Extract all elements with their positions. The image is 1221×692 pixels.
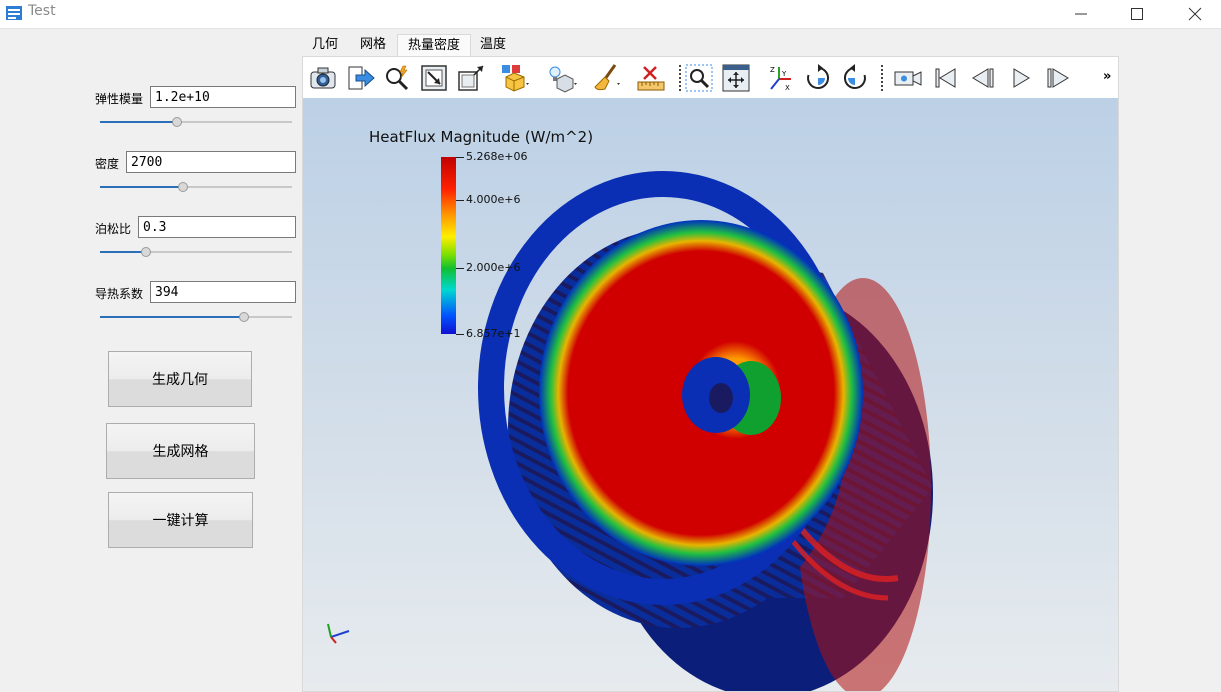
impeller-render: [478, 171, 933, 691]
elastic-modulus-slider[interactable]: [100, 117, 292, 127]
svg-text:Z: Z: [770, 66, 775, 74]
orientation-axes-icon: [327, 623, 350, 644]
poisson-ratio-label: 泊松比: [95, 222, 132, 236]
legend-tick: [456, 157, 464, 158]
light-icon[interactable]: [547, 63, 577, 93]
density-slider[interactable]: [100, 182, 292, 192]
viewer-toolbar: Z Y X »: [303, 57, 1118, 98]
query-icon[interactable]: [382, 63, 412, 93]
tab-mesh[interactable]: 网格: [350, 34, 396, 56]
toolbar-overflow-button[interactable]: »: [1103, 69, 1111, 84]
first-frame-icon[interactable]: [931, 63, 961, 93]
close-icon: [1188, 7, 1202, 21]
render-canvas[interactable]: HeatFlux Magnitude (W/m^2) 5.268e+06 4.0…: [303, 98, 1118, 691]
camera-icon[interactable]: [308, 63, 338, 93]
slider-thumb[interactable]: [141, 247, 152, 257]
tab-temperature[interactable]: 温度: [470, 34, 516, 56]
maximize-button[interactable]: [1114, 0, 1160, 28]
toolbar-separator: [881, 65, 884, 91]
last-frame-icon[interactable]: [1043, 63, 1073, 93]
box-icon[interactable]: [456, 63, 486, 93]
close-button[interactable]: [1172, 0, 1218, 28]
ruler-icon[interactable]: [636, 63, 666, 93]
title-bar: Test: [0, 0, 1221, 29]
reset-view-icon[interactable]: [419, 63, 449, 93]
thermal-conductivity-input[interactable]: 394: [150, 281, 296, 303]
slider-fill: [100, 251, 147, 253]
brush-icon[interactable]: [591, 63, 621, 93]
elastic-modulus-input[interactable]: 1.2e+10: [150, 86, 296, 108]
legend-title: HeatFlux Magnitude (W/m^2): [369, 128, 594, 146]
slider-fill: [100, 316, 244, 318]
color-scale-bar: [441, 157, 456, 334]
export-icon[interactable]: [346, 63, 376, 93]
color-select-icon[interactable]: [500, 63, 530, 93]
fit-view-icon[interactable]: [721, 63, 751, 93]
poisson-ratio-slider[interactable]: [100, 247, 292, 257]
record-icon[interactable]: [893, 63, 923, 93]
window-title: Test: [28, 3, 56, 19]
tab-heat-flux[interactable]: 热量密度: [397, 34, 472, 57]
maximize-icon: [1131, 8, 1143, 20]
rotate-cw-icon[interactable]: [803, 63, 833, 93]
generate-mesh-button[interactable]: 生成网格: [106, 423, 255, 479]
toolbar-separator: [679, 65, 682, 91]
slider-thumb[interactable]: [177, 182, 188, 192]
app-icon: [6, 6, 22, 20]
elastic-modulus-label: 弹性模量: [95, 92, 144, 106]
legend-tick: [456, 334, 464, 335]
legend-label-4e6: 4.000e+6: [466, 193, 521, 206]
svg-text:X: X: [785, 84, 790, 92]
poisson-ratio-input[interactable]: 0.3: [138, 216, 296, 238]
zoom-box-icon[interactable]: [684, 63, 714, 93]
slider-thumb[interactable]: [239, 312, 249, 322]
thermal-conductivity-label: 导热系数: [95, 287, 144, 301]
minimize-button[interactable]: [1058, 0, 1104, 28]
parameter-panel: 弹性模量 1.2e+10 密度 2700 泊松比 0.3 导热系数 394 生成…: [0, 29, 300, 692]
generate-geometry-button[interactable]: 生成几何: [108, 351, 252, 407]
legend-label-min: 6.857e+1: [466, 327, 521, 340]
thermal-conductivity-slider[interactable]: [100, 312, 292, 322]
legend-tick: [456, 268, 464, 269]
legend-tick: [456, 200, 464, 201]
density-input[interactable]: 2700: [126, 151, 296, 173]
slider-fill: [100, 121, 177, 123]
play-icon[interactable]: [1006, 63, 1036, 93]
density-label: 密度: [95, 157, 120, 171]
legend-label-2e6: 2.000e+6: [466, 261, 521, 274]
minimize-icon: [1075, 13, 1087, 15]
tab-geometry[interactable]: 几何: [302, 34, 348, 56]
viewer-pane: Z Y X » HeatFlux Magnitude (W/m^2) 5.268…: [302, 56, 1119, 692]
prev-frame-icon[interactable]: [968, 63, 998, 93]
legend-label-max: 5.268e+06: [466, 150, 528, 163]
compute-all-button[interactable]: 一键计算: [108, 492, 253, 548]
rotate-ccw-icon[interactable]: [840, 63, 870, 93]
axes-icon[interactable]: Z Y X: [765, 63, 795, 93]
slider-fill: [100, 186, 183, 188]
slider-thumb[interactable]: [171, 117, 182, 127]
svg-text:Y: Y: [781, 70, 787, 78]
